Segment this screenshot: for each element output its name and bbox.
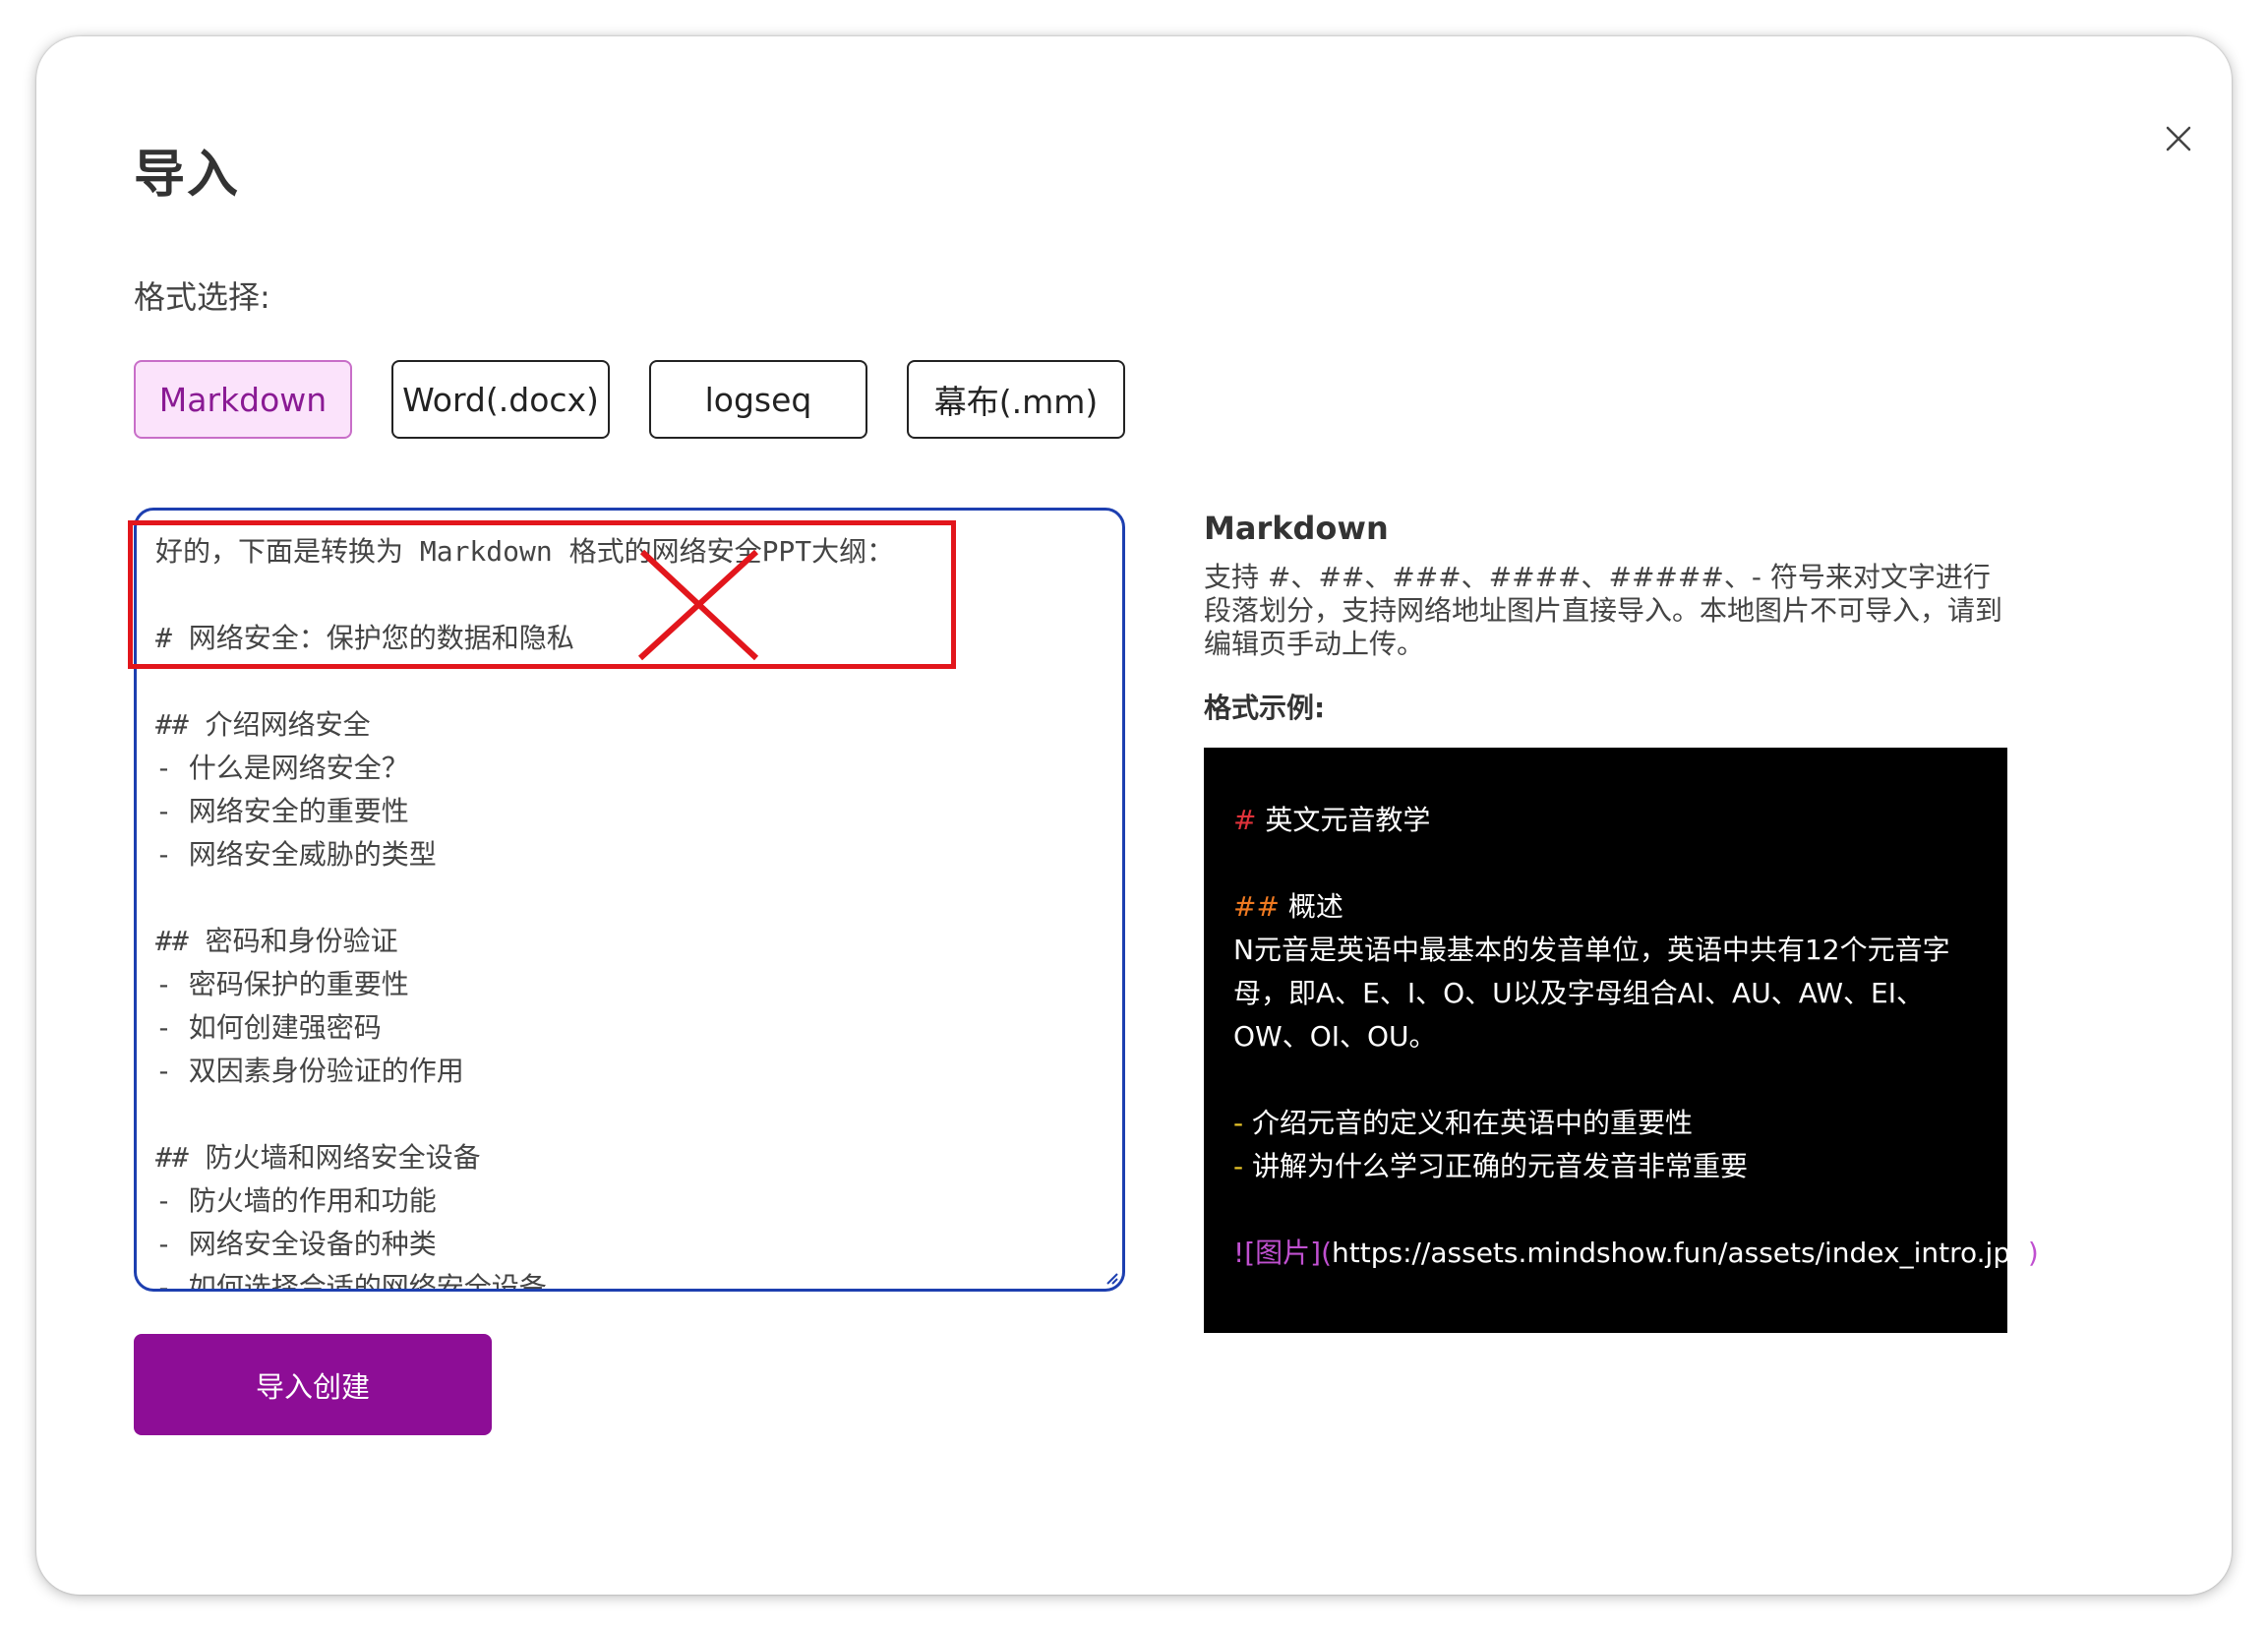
format-info-title: Markdown	[1204, 510, 1389, 547]
example-label: 格式示例:	[1204, 692, 1326, 724]
h2-text: 概述	[1279, 890, 1343, 923]
example-bullet-line: - 介绍元音的定义和在英语中的重要性	[1233, 1104, 1693, 1143]
bullet-text: 介绍元音的定义和在英语中的重要性	[1243, 1107, 1694, 1139]
image-url: https://assets.mindshow.fun/assets/index…	[1332, 1237, 2028, 1269]
h2-marker: ##	[1233, 890, 1280, 923]
resize-grip-icon[interactable]	[1104, 1271, 1118, 1285]
close-icon[interactable]	[2163, 123, 2194, 154]
format-markdown-button[interactable]: Markdown	[134, 360, 352, 439]
format-info-description: 支持 #、##、###、####、#####、- 符号来对文字进行段落划分，支持…	[1204, 561, 2003, 660]
format-logseq-button[interactable]: logseq	[649, 360, 867, 439]
dialog-title: 导入	[134, 146, 241, 205]
bullet-marker: -	[1233, 1150, 1244, 1182]
format-mubu-button[interactable]: 幕布(.mm)	[907, 360, 1125, 439]
bullet-marker: -	[1233, 1107, 1244, 1139]
h1-marker: #	[1233, 804, 1257, 836]
example-paragraph-line: 母，即A、E、I、O、U以及字母组合AI、AU、AW、EI、	[1233, 977, 1924, 1009]
import-create-button[interactable]: 导入创建	[134, 1334, 492, 1435]
example-bullet-line: - 讲解为什么学习正确的元音发音非常重要	[1233, 1147, 1748, 1186]
image-syntax-open: ![图片](	[1233, 1237, 1332, 1269]
format-select-label: 格式选择:	[134, 278, 270, 316]
annotation-highlight-box	[128, 520, 956, 669]
example-paragraph-line: OW、OI、OU。	[1233, 1020, 1437, 1053]
example-paragraph-line: N元音是英语中最基本的发音单位，英语中共有12个元音字	[1233, 934, 1950, 966]
format-example-panel: # 英文元音教学 ## 概述 N元音是英语中最基本的发音单位，英语中共有12个元…	[1204, 748, 2039, 1333]
h1-text: 英文元音教学	[1256, 804, 1431, 836]
example-image-line: ![图片](https://assets.mindshow.fun/assets…	[1233, 1234, 2039, 1273]
red-x-mark-icon	[637, 549, 759, 661]
image-syntax-close: )	[2027, 1237, 2039, 1269]
bullet-text: 讲解为什么学习正确的元音发音非常重要	[1243, 1150, 1749, 1182]
example-h2-line: ## 概述	[1233, 887, 1343, 927]
format-word-button[interactable]: Word(.docx)	[391, 360, 610, 439]
example-h1-line: # 英文元音教学	[1233, 801, 1430, 840]
